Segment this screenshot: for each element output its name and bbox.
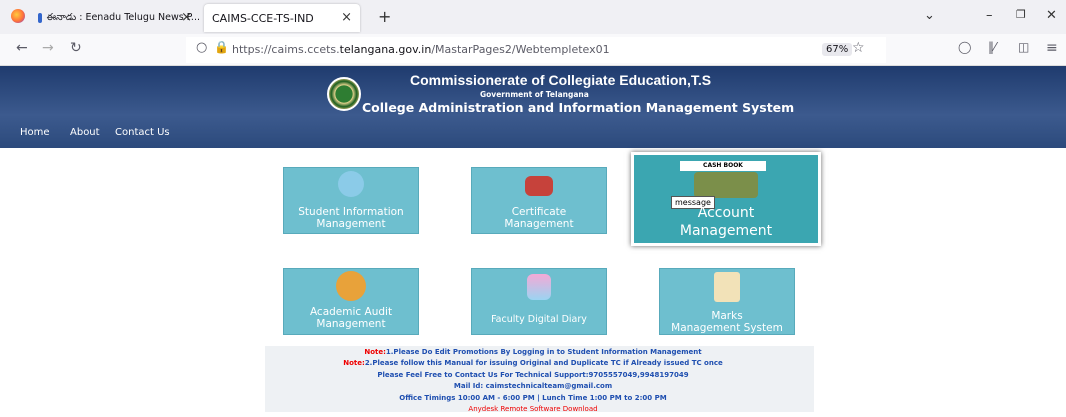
marks-management-tile[interactable]: Marks Management System: [659, 268, 795, 335]
forward-icon[interactable]: →: [42, 40, 54, 56]
close-tab-icon[interactable]: ×: [341, 10, 352, 25]
academic-audit-icon: [336, 271, 366, 301]
lock-icon[interactable]: 🔒: [214, 40, 229, 54]
note-2[interactable]: Note:2.Please follow this Manual for iss…: [0, 359, 1066, 367]
new-tab-button[interactable]: +: [378, 7, 391, 26]
tile-label: Marks: [711, 310, 743, 322]
graduation-cap-icon: [525, 176, 553, 196]
office-timings: Office Timings 10:00 AM - 6:00 PM | Lunc…: [399, 394, 667, 402]
tile-label: Account: [697, 205, 755, 221]
close-window-icon[interactable]: ✕: [1046, 8, 1057, 23]
academic-audit-tile[interactable]: Academic Audit Management: [283, 268, 419, 335]
library-icon[interactable]: ‖⁄: [988, 40, 996, 54]
tab-label: ఈనాడు : Eenadu Telugu News P...: [46, 11, 200, 23]
menu-icon[interactable]: ≡: [1046, 40, 1058, 56]
faculty-digital-diary-tile[interactable]: Faculty Digital Diary: [471, 268, 607, 335]
certificate-tile[interactable]: Certificate Management: [471, 167, 607, 234]
student-information-tile[interactable]: Student Information Management: [283, 167, 419, 234]
tile-label: Management: [316, 218, 386, 230]
support-contact: Please Feel Free to Contact Us For Techn…: [377, 371, 689, 379]
anydesk-download-link[interactable]: Anydesk Remote Software Download: [0, 405, 1066, 413]
zoom-badge[interactable]: 67%: [822, 43, 853, 56]
pocket-icon[interactable]: ◯: [958, 40, 971, 54]
header-system-name: College Administration and Information M…: [362, 100, 795, 115]
tab-eenadu[interactable]: ఈనాడు : Eenadu Telugu News P... ×: [30, 4, 200, 32]
cash-book-icon: [694, 172, 758, 198]
tile-label: Faculty Digital Diary: [491, 314, 587, 325]
cash-book-badge: CASH BOOK: [680, 161, 766, 171]
site-icon: [38, 13, 42, 23]
telangana-emblem-logo: [327, 77, 361, 111]
tile-label: Student Information: [298, 206, 404, 218]
tile-label: Management: [679, 223, 773, 239]
sidebar-icon[interactable]: ◫: [1018, 40, 1029, 54]
tile-label: Management: [316, 318, 386, 330]
url-text[interactable]: https://caims.ccets.telangana.gov.in/Mas…: [232, 43, 610, 56]
menu-contact-us[interactable]: Contact Us: [115, 127, 170, 138]
browser-tab-bar: ఈనాడు : Eenadu Telugu News P... × CAIMS-…: [0, 0, 1066, 34]
tab-caims[interactable]: CAIMS-CCE-TS-IND ×: [204, 4, 360, 32]
menu-about[interactable]: About: [70, 127, 100, 138]
list-tabs-icon[interactable]: ⌄: [924, 8, 935, 23]
tile-label: Certificate: [511, 206, 567, 218]
bookmark-star-icon[interactable]: ☆: [852, 40, 865, 56]
reload-icon[interactable]: ↻: [70, 40, 82, 56]
close-tab-icon[interactable]: ×: [181, 10, 192, 25]
header-title: Commissionerate of Collegiate Education,…: [410, 72, 712, 88]
diary-icon: [527, 274, 551, 300]
tile-label: Management System: [671, 322, 783, 334]
note-1: Note:1.Please Do Edit Promotions By Logg…: [364, 348, 702, 356]
back-icon[interactable]: ←: [16, 40, 28, 56]
account-management-tile[interactable]: CASH BOOK message Account Management: [631, 152, 821, 246]
restore-icon[interactable]: ❐: [1016, 8, 1026, 21]
mail-id: Mail Id: caimstechnicalteam@gmail.com: [453, 382, 613, 390]
minimize-icon[interactable]: –: [986, 8, 993, 23]
clipboard-icon: [714, 272, 740, 302]
tile-label: Management: [504, 218, 574, 230]
tile-label: Academic Audit: [309, 306, 393, 318]
firefox-icon[interactable]: [11, 9, 25, 23]
tab-label: CAIMS-CCE-TS-IND: [212, 11, 314, 25]
header-subtitle: Government of Telangana: [480, 90, 589, 99]
student-icon: [338, 171, 364, 197]
tracking-shield-icon[interactable]: ○: [196, 40, 207, 55]
menu-home[interactable]: Home: [20, 127, 50, 138]
